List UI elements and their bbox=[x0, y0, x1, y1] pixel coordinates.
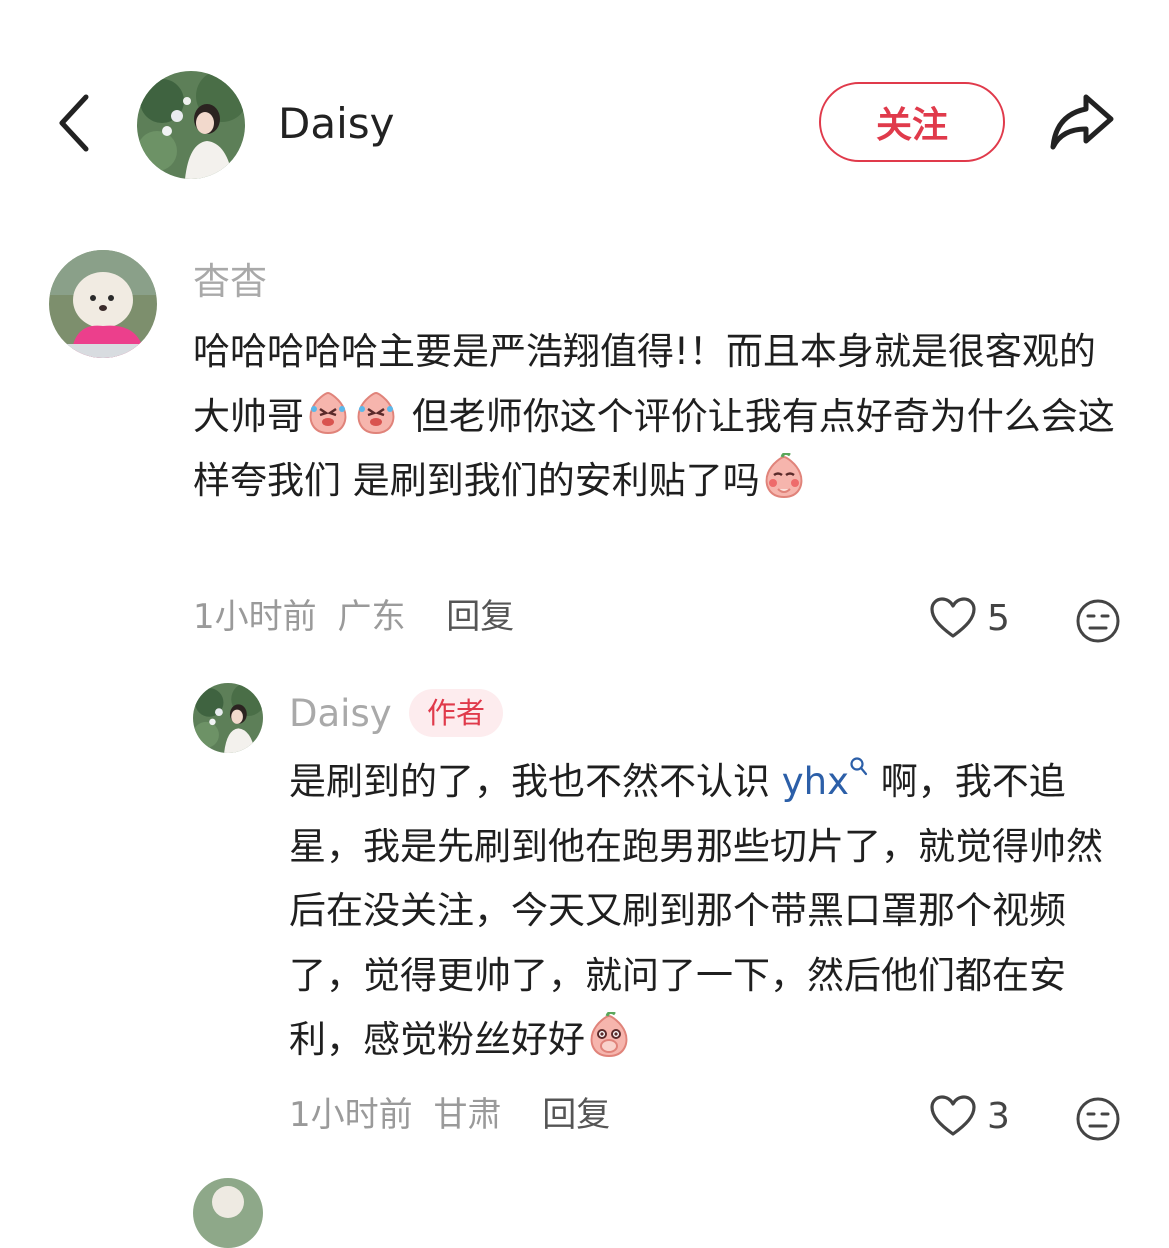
header-username[interactable]: Daisy bbox=[278, 98, 394, 150]
share-button[interactable] bbox=[1044, 86, 1120, 158]
share-icon bbox=[1050, 94, 1114, 150]
reply-like-button[interactable]: 3 bbox=[929, 1094, 1010, 1138]
heart-icon bbox=[930, 1095, 976, 1136]
comment-like-count: 5 bbox=[987, 597, 1010, 639]
author-avatar[interactable] bbox=[137, 71, 245, 179]
reply-text-part1: 是刷到的了，我也不然不认识 bbox=[289, 760, 782, 803]
commenter-avatar-image bbox=[49, 250, 157, 358]
meh-face-icon bbox=[1076, 599, 1120, 643]
comment-like-button[interactable]: 5 bbox=[929, 596, 1010, 640]
author-badge: 作者 bbox=[409, 689, 504, 737]
reply-like-count: 3 bbox=[987, 1095, 1010, 1137]
reply-time: 1小时前 bbox=[289, 1095, 413, 1135]
mention-text: yhx bbox=[781, 760, 850, 803]
mention-link[interactable]: yhx bbox=[781, 757, 869, 803]
shy-emoji-icon bbox=[760, 451, 808, 501]
author-avatar-image bbox=[137, 71, 245, 179]
next-reply-avatar-image bbox=[193, 1178, 263, 1248]
laughing-emoji-icon bbox=[352, 389, 400, 437]
chevron-left-icon bbox=[59, 94, 89, 152]
reply-author-avatar-image bbox=[193, 683, 263, 753]
commenter-avatar[interactable] bbox=[49, 250, 157, 358]
shy-cover-mouth-emoji-icon bbox=[585, 1010, 633, 1060]
reply-text-part2: 啊，我不追星，我是先刷到他在跑男那些切片了，就觉得帅然后在没关注，今天又刷到那个… bbox=[289, 760, 1103, 1061]
commenter-username[interactable]: 杳杳 bbox=[193, 260, 267, 304]
reply-location: 甘肃 bbox=[433, 1095, 502, 1135]
comment-time: 1小时前 bbox=[193, 597, 317, 637]
back-button[interactable] bbox=[44, 88, 104, 158]
comment-meta: 1小时前 广东 回复 bbox=[193, 595, 514, 639]
reply-username[interactable]: Daisy bbox=[289, 692, 392, 736]
next-reply-avatar[interactable] bbox=[193, 1178, 263, 1248]
laughing-emoji-icon bbox=[304, 389, 352, 437]
reply-author-avatar[interactable] bbox=[193, 683, 263, 753]
heart-icon bbox=[930, 597, 976, 638]
comment-dislike-button[interactable] bbox=[1075, 598, 1121, 648]
reply-reply-button[interactable]: 回复 bbox=[542, 1095, 610, 1135]
search-icon bbox=[850, 757, 868, 776]
comment-reply-button[interactable]: 回复 bbox=[446, 597, 514, 637]
comment-text[interactable]: 哈哈哈哈哈主要是严浩翔值得!！而且本身就是很客观的大帅哥 但老师你这个评价让我有… bbox=[193, 320, 1123, 514]
reply-meta: 1小时前 甘肃 回复 bbox=[289, 1093, 610, 1137]
reply-dislike-button[interactable] bbox=[1075, 1096, 1121, 1146]
comment-location: 广东 bbox=[337, 597, 406, 637]
meh-face-icon bbox=[1076, 1097, 1120, 1141]
follow-button[interactable]: 关注 bbox=[819, 82, 1005, 162]
reply-text[interactable]: 是刷到的了，我也不然不认识 yhx 啊，我不追星，我是先刷到他在跑男那些切片了，… bbox=[289, 750, 1119, 1073]
